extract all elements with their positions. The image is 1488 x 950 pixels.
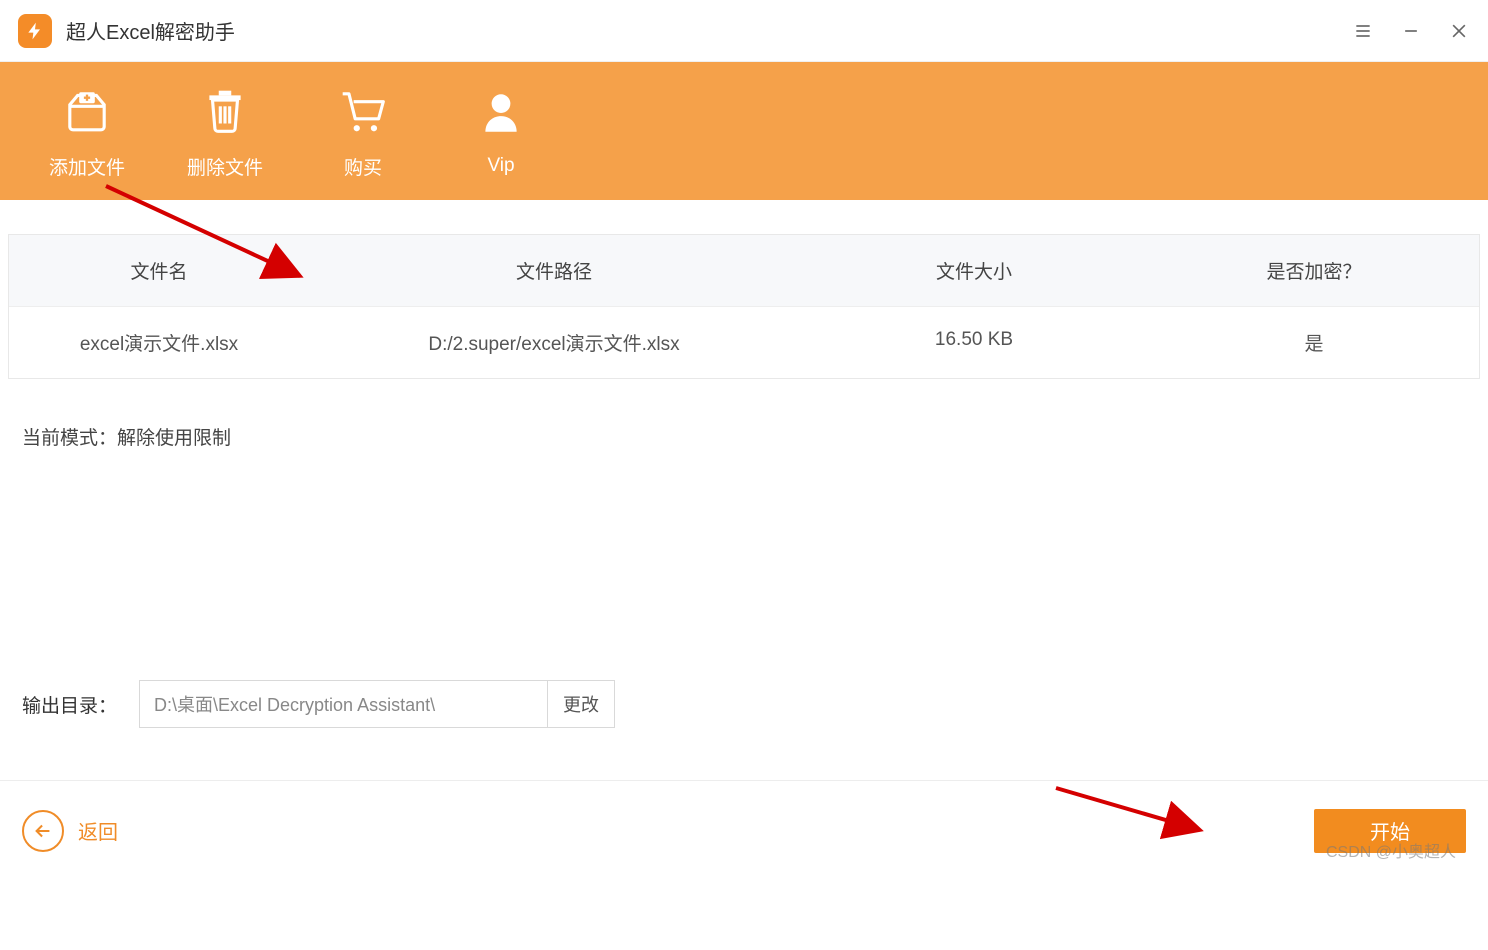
file-table: 文件名 文件路径 文件大小 是否加密？ excel演示文件.xlsx D:/2.… [8, 234, 1480, 379]
hamburger-icon [1353, 21, 1373, 41]
vip-label: Vip [487, 155, 514, 177]
buy-label: 购买 [344, 153, 382, 180]
close-button[interactable] [1448, 20, 1470, 42]
content-area: 文件名 文件路径 文件大小 是否加密？ excel演示文件.xlsx D:/2.… [0, 200, 1488, 450]
td-path: D:/2.super/excel演示文件.xlsx [309, 307, 799, 378]
delete-file-label: 删除文件 [187, 153, 263, 180]
output-path-input[interactable] [139, 680, 547, 728]
user-icon [473, 85, 529, 141]
delete-file-button[interactable]: 删除文件 [180, 83, 270, 180]
vip-button[interactable]: Vip [456, 85, 546, 177]
cart-icon [335, 83, 391, 139]
mode-value: 解除使用限制 [117, 428, 231, 449]
td-size: 16.50 KB [799, 307, 1149, 378]
output-field: 更改 [139, 680, 615, 728]
titlebar: 超人Excel解密助手 [0, 0, 1488, 62]
menu-button[interactable] [1352, 20, 1374, 42]
th-path: 文件路径 [309, 235, 799, 306]
td-encrypted: 是 [1149, 307, 1479, 378]
mode-line: 当前模式：解除使用限制 [22, 423, 1480, 450]
add-file-button[interactable]: 添加文件 [42, 83, 132, 180]
back-label: 返回 [78, 816, 118, 845]
back-circle [22, 810, 64, 852]
minimize-button[interactable] [1400, 20, 1422, 42]
buy-button[interactable]: 购买 [318, 83, 408, 180]
table-row[interactable]: excel演示文件.xlsx D:/2.super/excel演示文件.xlsx… [9, 307, 1479, 378]
watermark: CSDN @小奥超人 [1326, 838, 1456, 862]
add-file-icon [59, 83, 115, 139]
app-logo [18, 14, 52, 48]
output-label: 输出目录： [22, 691, 117, 718]
footer: 返回 开始 [0, 780, 1488, 880]
mode-label: 当前模式： [22, 428, 117, 449]
trash-icon [197, 83, 253, 139]
table-header: 文件名 文件路径 文件大小 是否加密？ [9, 235, 1479, 307]
app-title: 超人Excel解密助手 [66, 16, 235, 45]
minimize-icon [1401, 21, 1421, 41]
bolt-icon [25, 21, 45, 41]
back-button[interactable]: 返回 [22, 810, 118, 852]
change-dir-button[interactable]: 更改 [547, 680, 615, 728]
td-name: excel演示文件.xlsx [9, 307, 309, 378]
th-name: 文件名 [9, 235, 309, 306]
arrow-left-icon [32, 820, 54, 842]
th-size: 文件大小 [799, 235, 1149, 306]
add-file-label: 添加文件 [49, 153, 125, 180]
toolbar: 添加文件 删除文件 购买 Vip [0, 62, 1488, 200]
output-row: 输出目录： 更改 [22, 680, 615, 728]
window-controls [1352, 20, 1470, 42]
th-encrypted: 是否加密？ [1149, 235, 1479, 306]
close-icon [1449, 21, 1469, 41]
